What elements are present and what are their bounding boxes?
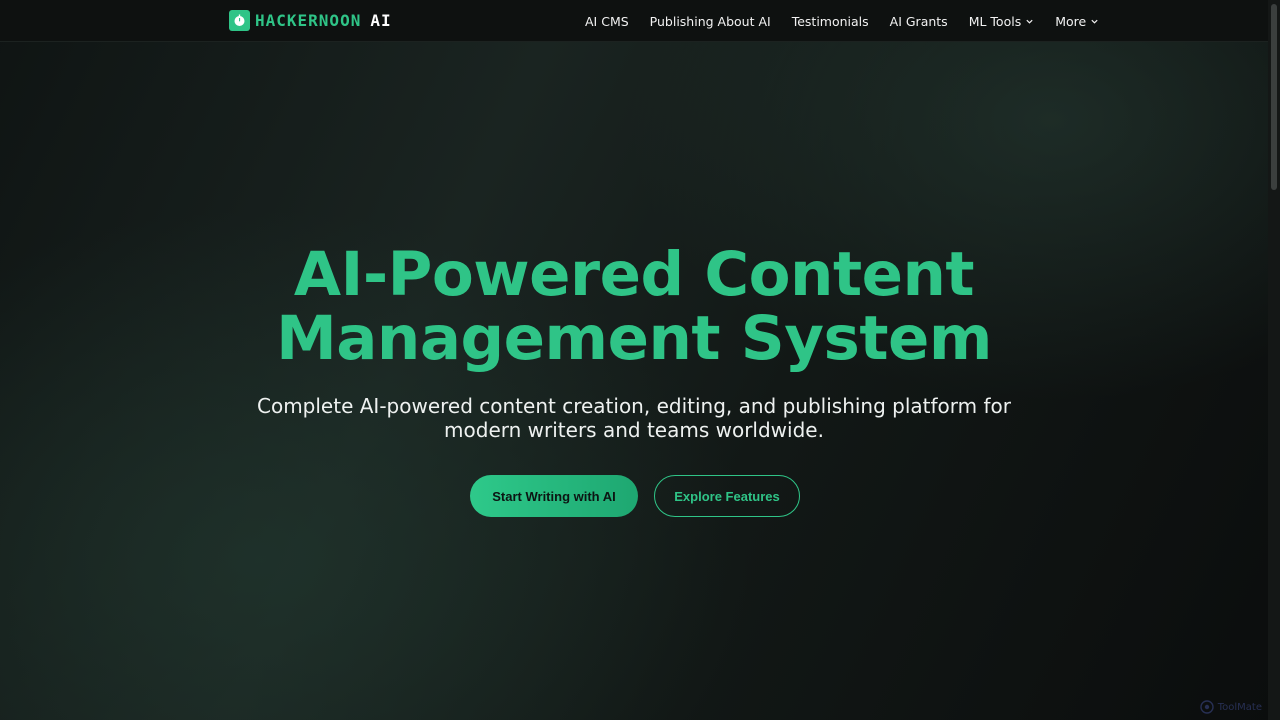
scrollbar-thumb[interactable] (1271, 4, 1277, 190)
logo-text: HACKERNOON (255, 11, 362, 30)
hero-title: AI-Powered Content Management System (0, 243, 1268, 371)
hero-subtitle-line-1: Complete AI-powered content creation, ed… (257, 394, 1011, 418)
hero-title-line-2: Management System (276, 303, 992, 374)
watermark: ToolMate (1200, 700, 1262, 714)
hero-title-line-1: AI-Powered Content (293, 239, 975, 310)
hero-subtitle: Complete AI-powered content creation, ed… (0, 394, 1268, 442)
hero-actions: Start Writing with AI Explore Features (470, 475, 800, 517)
toolmate-icon (1200, 700, 1214, 714)
logo-suffix: AI (370, 11, 392, 30)
nav-more-dropdown[interactable]: More (1055, 14, 1099, 29)
start-writing-button[interactable]: Start Writing with AI (470, 475, 638, 517)
hackernoon-clock-icon (229, 10, 250, 31)
hackernoon-ai-logo[interactable]: HACKERNOON AI (229, 10, 392, 31)
nav-label: AI Grants (889, 13, 948, 29)
chevron-down-icon (1026, 19, 1033, 24)
nav-ai-cms[interactable]: AI CMS (585, 14, 629, 29)
nav-label: Publishing About AI (649, 13, 771, 29)
nav-testimonials[interactable]: Testimonials (792, 14, 869, 29)
nav-label: Testimonials (791, 13, 869, 29)
nav-ai-grants[interactable]: AI Grants (890, 14, 948, 29)
watermark-text: ToolMate (1217, 701, 1262, 713)
nav-label: More (1055, 13, 1087, 29)
nav-ml-tools-dropdown[interactable]: ML Tools (969, 14, 1035, 29)
hero-subtitle-line-2: modern writers and teams worldwide. (444, 418, 824, 442)
site-header: HACKERNOON AI AI CMS Publishing About AI… (0, 0, 1268, 42)
chevron-down-icon (1091, 19, 1098, 24)
explore-features-button[interactable]: Explore Features (654, 475, 800, 517)
nav-label: ML Tools (968, 13, 1022, 29)
main-nav: AI CMS Publishing About AI Testimonials … (585, 0, 1099, 42)
page-scrollbar[interactable] (1268, 0, 1280, 720)
nav-label: AI CMS (585, 13, 629, 29)
nav-publishing-about-ai[interactable]: Publishing About AI (650, 14, 771, 29)
